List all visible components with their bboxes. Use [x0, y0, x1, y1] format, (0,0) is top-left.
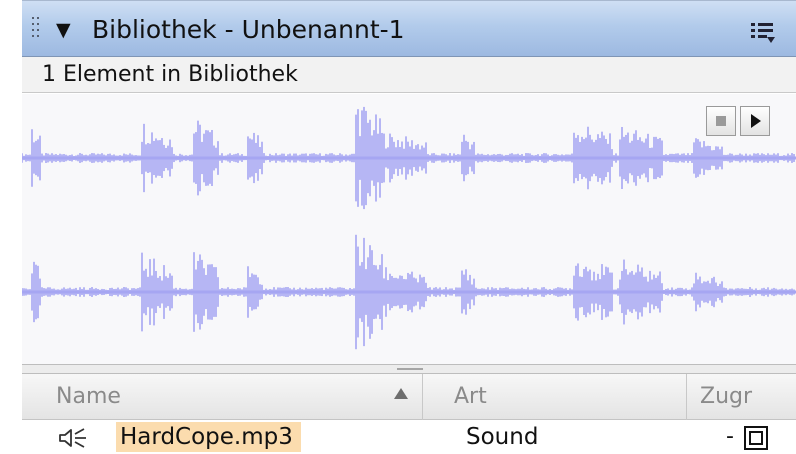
pane-splitter[interactable] [22, 364, 796, 374]
item-count-text: 1 Element in Bibliothek [42, 62, 298, 87]
grip-icon[interactable] [32, 17, 44, 43]
sort-ascending-icon[interactable] [394, 388, 408, 399]
linkage-checkbox[interactable] [744, 426, 768, 450]
status-bar: 1 Element in Bibliothek [22, 57, 796, 93]
column-divider[interactable] [686, 374, 687, 420]
triangle-down-icon[interactable]: ▼ [56, 21, 71, 40]
column-header-type[interactable]: Art [454, 374, 487, 420]
panel-titlebar[interactable]: ▼ Bibliothek - Unbenannt-1 [22, 0, 796, 57]
table-row[interactable]: HardCope.mp3 Sound - [22, 420, 796, 454]
column-header-name[interactable]: Name [56, 374, 121, 420]
column-header-access[interactable]: Zugr [700, 374, 752, 420]
waveform-channel-left [22, 106, 796, 210]
table-header: Name Art Zugr [22, 374, 796, 420]
splitter-handle[interactable] [397, 368, 423, 370]
item-access-value: - [726, 424, 734, 449]
library-panel: ▼ Bibliothek - Unbenannt-1 1 Element in … [22, 0, 796, 454]
preview-controls [706, 106, 770, 136]
panel-title: Bibliothek - Unbenannt-1 [92, 15, 405, 44]
waveform-channel-right [22, 234, 796, 350]
speaker-icon [59, 428, 86, 448]
sound-preview [22, 94, 796, 364]
left-gutter [0, 0, 22, 454]
stop-icon [716, 116, 726, 126]
item-name[interactable]: HardCope.mp3 [116, 422, 301, 452]
column-divider[interactable] [422, 374, 423, 420]
stop-button[interactable] [706, 106, 736, 136]
item-type: Sound [466, 424, 539, 450]
panel-options-menu-icon[interactable] [750, 19, 776, 45]
play-button[interactable] [740, 106, 770, 136]
play-icon [751, 114, 761, 128]
waveform [22, 106, 796, 350]
